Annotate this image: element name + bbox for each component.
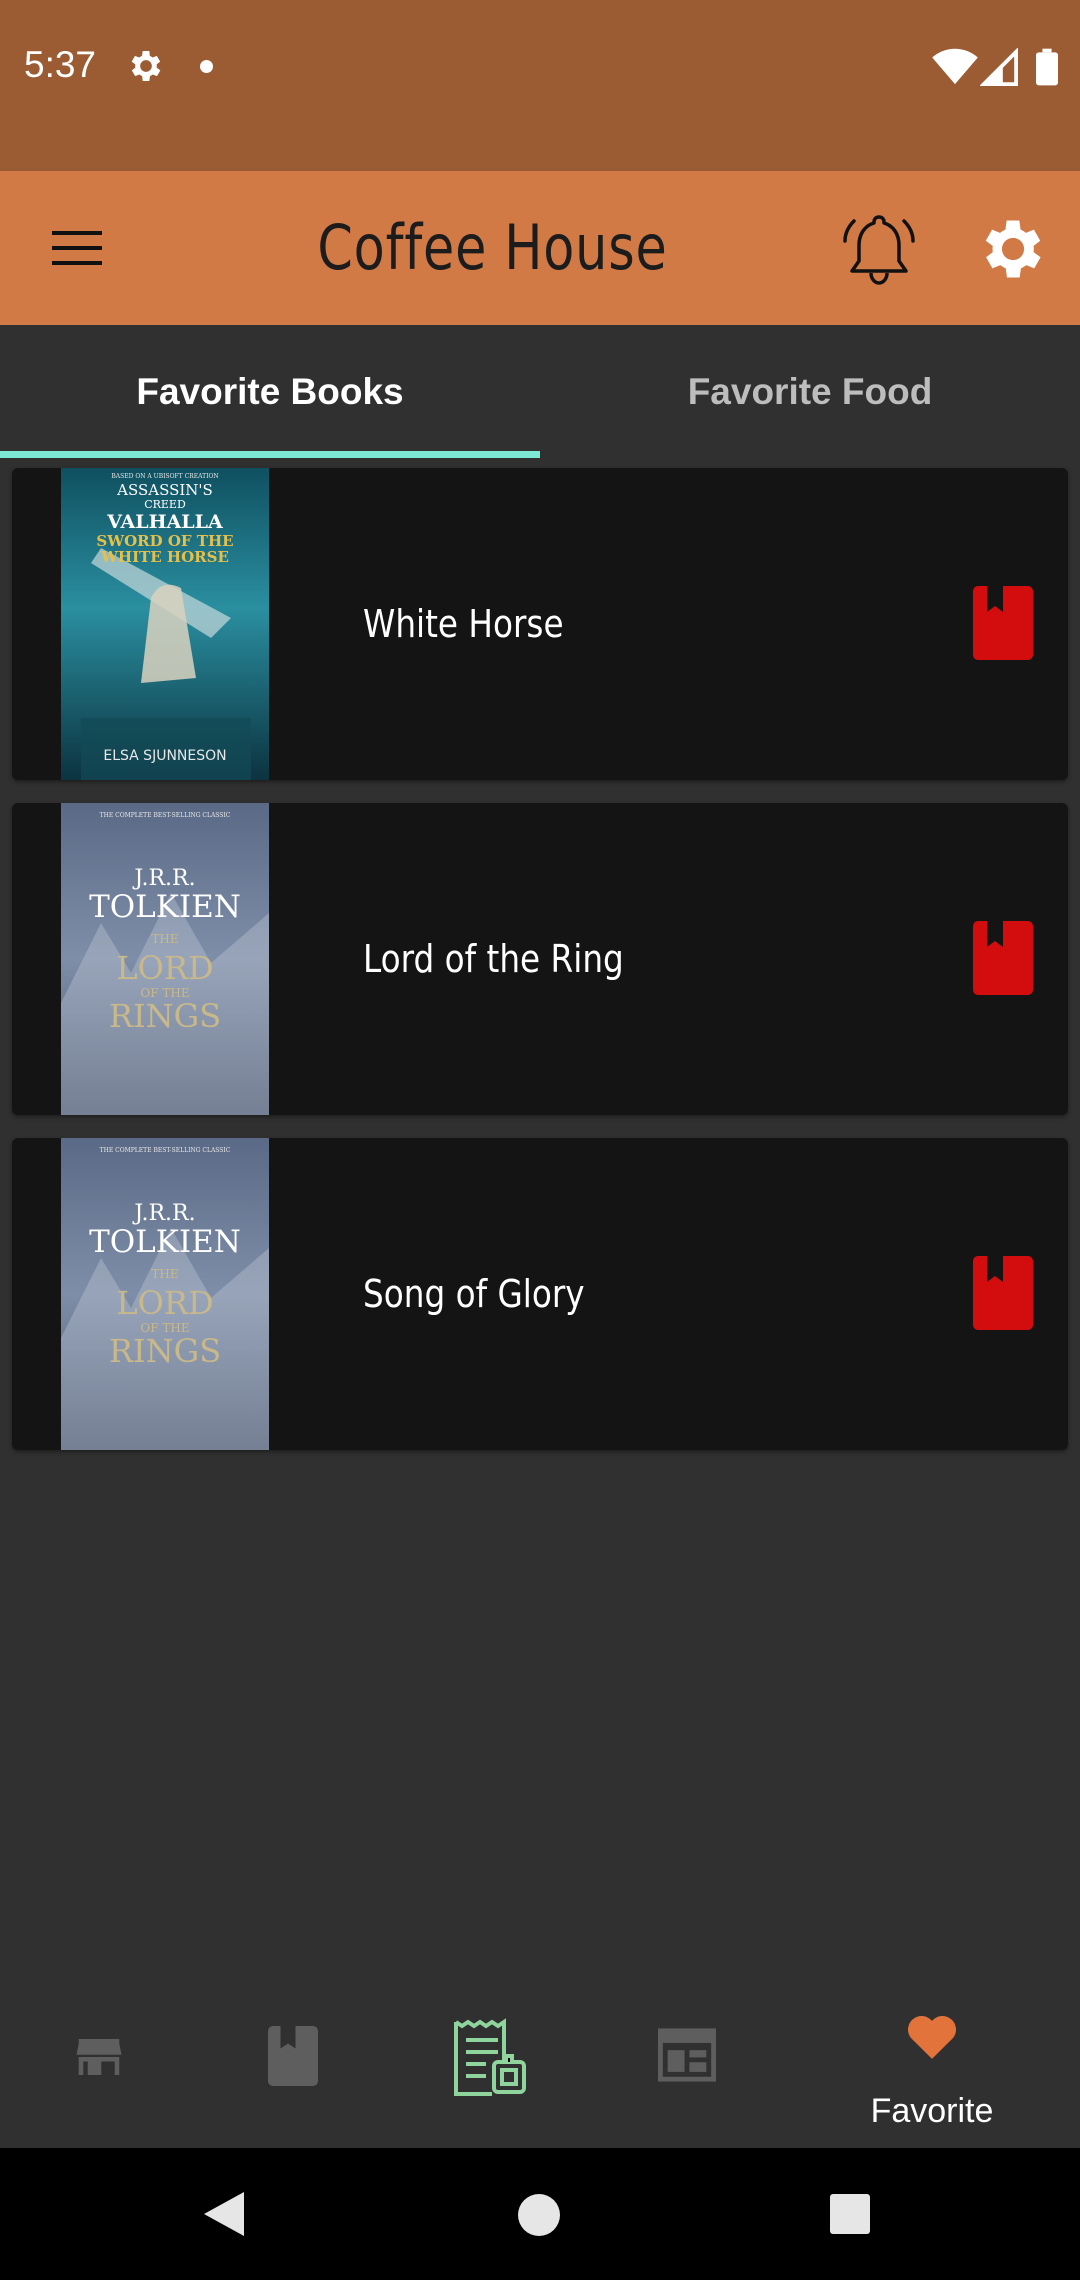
- favorite-books-list: BASED ON A UBISOFT CREATION ASSASSIN'S C…: [12, 468, 1068, 1473]
- status-time: 5:37: [24, 44, 97, 85]
- bottom-navigation: Favorite: [0, 1990, 1080, 2148]
- bookmark-icon[interactable]: [973, 1256, 1033, 1330]
- status-settings-icon: [131, 51, 161, 81]
- heart-icon: [907, 2015, 957, 2059]
- book-title: Song of Glory: [363, 1272, 585, 1316]
- list-item[interactable]: THE COMPLETE BEST-SELLING CLASSIC J.R.R.…: [12, 803, 1068, 1115]
- nav-item-favorite[interactable]: Favorite: [834, 1990, 1030, 2148]
- cover-line2: CREED: [144, 498, 186, 511]
- cover-series-text: THE COMPLETE BEST-SELLING CLASSIC: [100, 1147, 231, 1154]
- cover-title-line2: LORD: [116, 949, 213, 987]
- cover-title-line2: LORD: [116, 1284, 213, 1322]
- bookmark-icon[interactable]: [973, 921, 1033, 995]
- tab-indicator: [0, 451, 540, 458]
- status-bar: 5:37: [0, 0, 1080, 171]
- app-bar: Coffee House: [0, 171, 1080, 325]
- bookmark-icon[interactable]: [973, 586, 1033, 660]
- back-icon[interactable]: [204, 2192, 244, 2236]
- cover-series-text: BASED ON A UBISOFT CREATION: [111, 473, 218, 480]
- home-icon[interactable]: [518, 2194, 560, 2236]
- cover-line5: WHITE HORSE: [100, 548, 229, 566]
- cover-title-line1: THE: [151, 932, 178, 946]
- book-cover-image: BASED ON A UBISOFT CREATION ASSASSIN'S C…: [61, 468, 269, 780]
- list-item[interactable]: BASED ON A UBISOFT CREATION ASSASSIN'S C…: [12, 468, 1068, 780]
- nav-item-orders[interactable]: [392, 1990, 588, 2148]
- nav-item-store[interactable]: [0, 1990, 196, 2148]
- notification-dot-icon: [200, 60, 213, 73]
- book-cover-image: THE COMPLETE BEST-SELLING CLASSIC J.R.R.…: [61, 803, 269, 1115]
- cover-author-line1: J.R.R.: [132, 1201, 195, 1226]
- bell-icon[interactable]: [838, 207, 920, 291]
- tab-bar: Favorite Books Favorite Food: [0, 325, 1080, 459]
- book-title: Lord of the Ring: [363, 937, 624, 981]
- cover-series-text: THE COMPLETE BEST-SELLING CLASSIC: [100, 812, 231, 819]
- system-navigation-bar: [0, 2148, 1080, 2280]
- cover-title-line4: RINGS: [109, 997, 221, 1035]
- cover-author: ELSA SJUNNESON: [103, 748, 226, 764]
- nav-label-favorite: Favorite: [870, 2092, 994, 2130]
- battery-icon: [1036, 48, 1058, 86]
- recents-icon[interactable]: [829, 2194, 871, 2234]
- nav-item-news[interactable]: [588, 1990, 784, 2148]
- list-item[interactable]: THE COMPLETE BEST-SELLING CLASSIC J.R.R.…: [12, 1138, 1068, 1450]
- settings-icon[interactable]: [975, 211, 1051, 287]
- nav-item-books[interactable]: [196, 1990, 392, 2148]
- cover-author-line1: J.R.R.: [132, 866, 195, 891]
- cover-title-line1: THE: [151, 1267, 178, 1281]
- store-icon: [76, 2039, 122, 2075]
- book-title: White Horse: [363, 602, 564, 646]
- wifi-icon: [932, 48, 978, 85]
- book-icon: [268, 2026, 318, 2086]
- cover-author-line2: TOLKIEN: [89, 1224, 241, 1260]
- book-cover-image: THE COMPLETE BEST-SELLING CLASSIC J.R.R.…: [61, 1138, 269, 1450]
- cover-author-line2: TOLKIEN: [89, 889, 241, 925]
- news-icon: [658, 2028, 716, 2082]
- cover-line3: VALHALLA: [106, 511, 223, 533]
- tab-favorite-food[interactable]: Favorite Food: [540, 325, 1080, 459]
- cell-signal-icon: [980, 48, 1018, 86]
- cover-line1: ASSASSIN'S: [116, 481, 213, 499]
- receipt-icon: [454, 2018, 526, 2096]
- cover-title-line4: RINGS: [109, 1332, 221, 1370]
- app-title: Coffee House: [317, 211, 668, 284]
- tab-favorite-books[interactable]: Favorite Books: [0, 325, 540, 459]
